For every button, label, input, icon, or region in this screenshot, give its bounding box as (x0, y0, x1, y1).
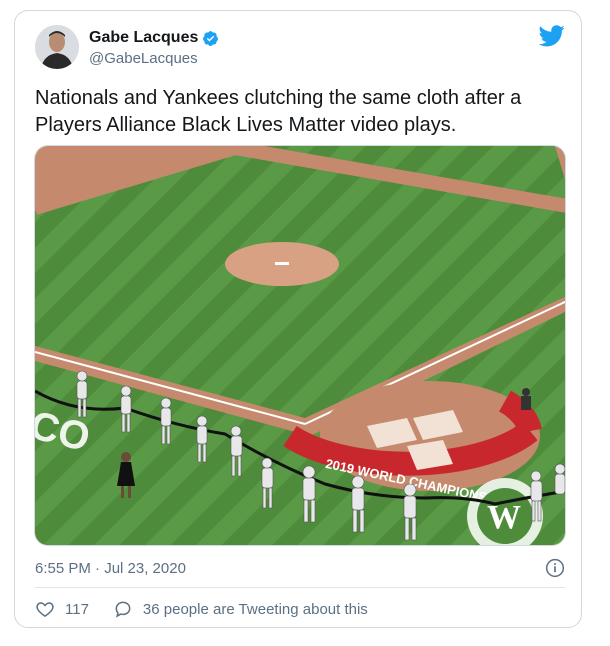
heart-icon (36, 602, 54, 617)
like-count: 117 (65, 600, 89, 618)
like-button[interactable]: 117 (35, 599, 89, 619)
tweet-text: Nationals and Yankees clutching the same… (35, 87, 522, 136)
timestamp-row: 6:55 PM · Jul 23, 2020 (35, 555, 565, 581)
display-name[interactable]: Gabe Lacques (89, 29, 198, 47)
divider (35, 587, 565, 588)
verified-badge-icon (202, 30, 219, 47)
tweet-timestamp[interactable]: 6:55 PM · Jul 23, 2020 (35, 560, 186, 577)
info-icon[interactable] (545, 558, 565, 578)
conversation-label: 36 people are Tweeting about this (142, 600, 368, 618)
author-names: Gabe Lacques @GabeLacques (89, 29, 219, 67)
speech-bubble-icon (115, 601, 131, 618)
tweet-photo[interactable]: 2019 WORLD CHAMPIONS W CO (34, 145, 566, 546)
tweet-card: Gabe Lacques @GabeLacques Nationals and … (14, 10, 582, 628)
baseball-field-photo: 2019 WORLD CHAMPIONS W CO (35, 146, 565, 545)
author-handle[interactable]: @GabeLacques (89, 50, 219, 67)
conversation-button[interactable]: 36 people are Tweeting about this (113, 599, 368, 619)
twitter-bird-icon[interactable] (538, 25, 565, 47)
tweet-header: Gabe Lacques @GabeLacques (35, 25, 565, 77)
avatar[interactable] (35, 25, 79, 69)
tweet-actions: 117 36 people are Tweeting about this (35, 595, 392, 623)
